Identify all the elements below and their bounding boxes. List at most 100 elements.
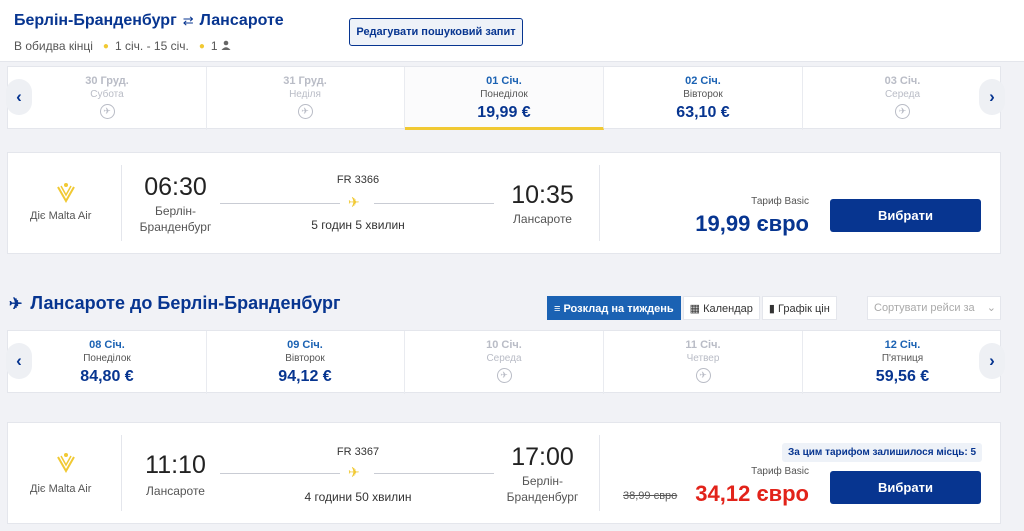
plane-icon: ✈ [348, 464, 360, 480]
date-label: 12 Січ. [884, 339, 921, 351]
fare-type: Тариф Basic [751, 196, 809, 207]
route-line [374, 203, 494, 204]
outbound-flight-card: Діє Malta Air 06:30 Берлін-Бранденбург F… [7, 152, 1001, 254]
flight-price: 19,99 євро [695, 211, 809, 236]
prev-dates-button[interactable]: ‹ [6, 79, 32, 115]
trip-type: В обидва кінці [14, 39, 93, 53]
select-flight-button[interactable]: Вибрати [830, 199, 981, 232]
date-option: 03 Січ. Середа ✈ [803, 67, 1002, 130]
date-price: 94,12 € [278, 368, 332, 385]
date-label: 30 Груд. [85, 75, 129, 87]
sort-flights-select[interactable]: Сортувати рейси за ⌄ [867, 296, 1001, 320]
outbound-date-carousel: 03 Січ. Середа ✈ 02 Січ. Вівторок 63,10 € 01 С… [6, 66, 1005, 130]
weekday-label: Середа [884, 89, 921, 100]
weekday-label: Вівторок [683, 89, 723, 100]
tab-price-chart[interactable]: ▮ Графік цін [761, 296, 837, 320]
operator-label: Діє Malta Air [30, 483, 92, 495]
arrival-city: Берлін-Бранденбург [506, 474, 579, 504]
weekday-label: Вівторок [285, 353, 325, 364]
no-flights-icon: ✈ [297, 104, 313, 119]
select-flight-button[interactable]: Вибрати [830, 471, 981, 504]
date-option: 10 Січ. Середа ✈ [405, 331, 604, 394]
next-dates-button[interactable]: › [979, 79, 1005, 115]
date-label: 10 Січ. [486, 339, 522, 351]
departure-city: Лансароте [146, 484, 205, 498]
date-label: 31 Груд. [283, 75, 327, 87]
date-price: 59,56 € [875, 368, 930, 385]
arrival-time: 17:00 [511, 443, 574, 471]
date-option[interactable]: 02 Січ. Вівторок 63,10 € [604, 67, 803, 130]
flight-number: FR 3366 [336, 174, 380, 186]
edit-search-button[interactable]: Редагувати пошуковий запит [349, 18, 523, 46]
flight-price: 34,12 євро [695, 481, 809, 506]
date-price: 84,80 € [80, 368, 134, 385]
date-label: 01 Січ. [486, 75, 522, 87]
date-price: 63,10 € [676, 104, 730, 121]
date-option[interactable]: 12 Січ. П'ятниця 59,56 € [803, 331, 1002, 394]
route-line [220, 203, 340, 204]
flight-duration: 5 годин 5 хвилин [311, 218, 405, 232]
weekday-label: П'ятниця [881, 353, 924, 364]
flight-duration: 4 години 50 хвилин [304, 490, 412, 504]
date-option[interactable]: 08 Січ. Понеділок 84,80 € [8, 331, 207, 394]
date-option[interactable]: 01 Січ. Понеділок 19,99 € [405, 67, 604, 130]
next-dates-button[interactable]: › [979, 343, 1005, 379]
passenger-count: 1 [210, 39, 218, 53]
weekday-label: Понеділок [83, 353, 131, 364]
search-summary-header: Берлін-Бранденбург ⇄ Лансароте В обидва … [0, 0, 1024, 62]
arrival-city: Лансароте [513, 212, 572, 226]
operator-label: Діє Malta Air [30, 210, 92, 222]
weekday-label: Понеділок [480, 89, 528, 100]
airline-logo-icon [54, 451, 78, 475]
divider [121, 165, 122, 241]
date-label: 09 Січ. [287, 339, 323, 351]
route-line [220, 473, 340, 474]
return-date-carousel: 12 Січ. П'ятниця 59,56 €11 Січ. Четвер ✈ 10 С… [6, 330, 1005, 394]
no-flights-icon: ✈ [695, 368, 711, 383]
tab-label: Розклад на тиждень [563, 303, 674, 315]
no-flights-icon: ✈ [99, 104, 115, 119]
divider [599, 165, 600, 241]
date-label: 03 Січ. [884, 75, 921, 87]
bullet-icon: ● [102, 40, 109, 52]
airline-logo-icon [54, 181, 78, 205]
view-tabs: ≡ Розклад на тиждень ▦ Календар ▮ Графік… [547, 296, 839, 320]
person-icon [221, 39, 231, 53]
no-flights-icon: ✈ [496, 368, 512, 383]
flight-number: FR 3367 [336, 446, 380, 458]
departure-time: 11:10 [145, 451, 206, 479]
weekday-label: Середа [486, 353, 522, 364]
departure-city: Берлін-Бранденбург [139, 204, 212, 234]
date-option: 31 Груд. Неділя ✈ [206, 67, 405, 130]
calendar-icon: ▦ [689, 303, 704, 315]
fare-type: Тариф Basic [751, 466, 809, 477]
return-route-label: Лансароте до Берлін-Бранденбург [30, 293, 341, 313]
date-option: 30 Груд. Субота ✈ [8, 67, 207, 130]
no-flights-icon: ✈ [895, 104, 910, 119]
sort-placeholder: Сортувати рейси за [874, 302, 975, 314]
divider [599, 435, 600, 511]
route-title: Берлін-Бранденбург ⇄ Лансароте [14, 12, 284, 30]
weekday-label: Четвер [686, 353, 720, 364]
return-flight-card: Діє Malta Air 11:10 Лансароте FR 3367 ✈ … [7, 422, 1001, 524]
tab-calendar[interactable]: ▦ Календар [682, 296, 760, 320]
bullet-icon: ● [198, 40, 205, 52]
date-label: 02 Січ. [685, 75, 721, 87]
date-label: 08 Січ. [89, 339, 125, 351]
seats-left-badge: За цим тарифом залишилося місць: 5 [782, 443, 983, 462]
prev-dates-button[interactable]: ‹ [6, 343, 32, 379]
route-line [374, 473, 494, 474]
date-price: 19,99 € [477, 104, 531, 121]
trip-meta: В обидва кінці ● 1 січ. - 15 січ. ● 1 [14, 39, 231, 53]
departure-time: 06:30 [144, 173, 207, 201]
trip-dates: 1 січ. - 15 січ. [114, 39, 189, 53]
tab-weekly-schedule[interactable]: ≡ Розклад на тиждень [547, 296, 681, 320]
return-section-title: ✈ Лансароте до Берлін-Бранденбург [9, 293, 340, 314]
destination-city: Лансароте [199, 12, 284, 29]
date-option[interactable]: 09 Січ. Вівторок 94,12 € [206, 331, 405, 394]
swap-icon: ⇄ [182, 13, 194, 28]
date-option: 11 Січ. Четвер ✈ [604, 331, 803, 394]
chevron-down-icon: ⌄ [986, 302, 996, 314]
tab-label: Графік цін [778, 303, 830, 315]
arrival-time: 10:35 [511, 181, 574, 209]
